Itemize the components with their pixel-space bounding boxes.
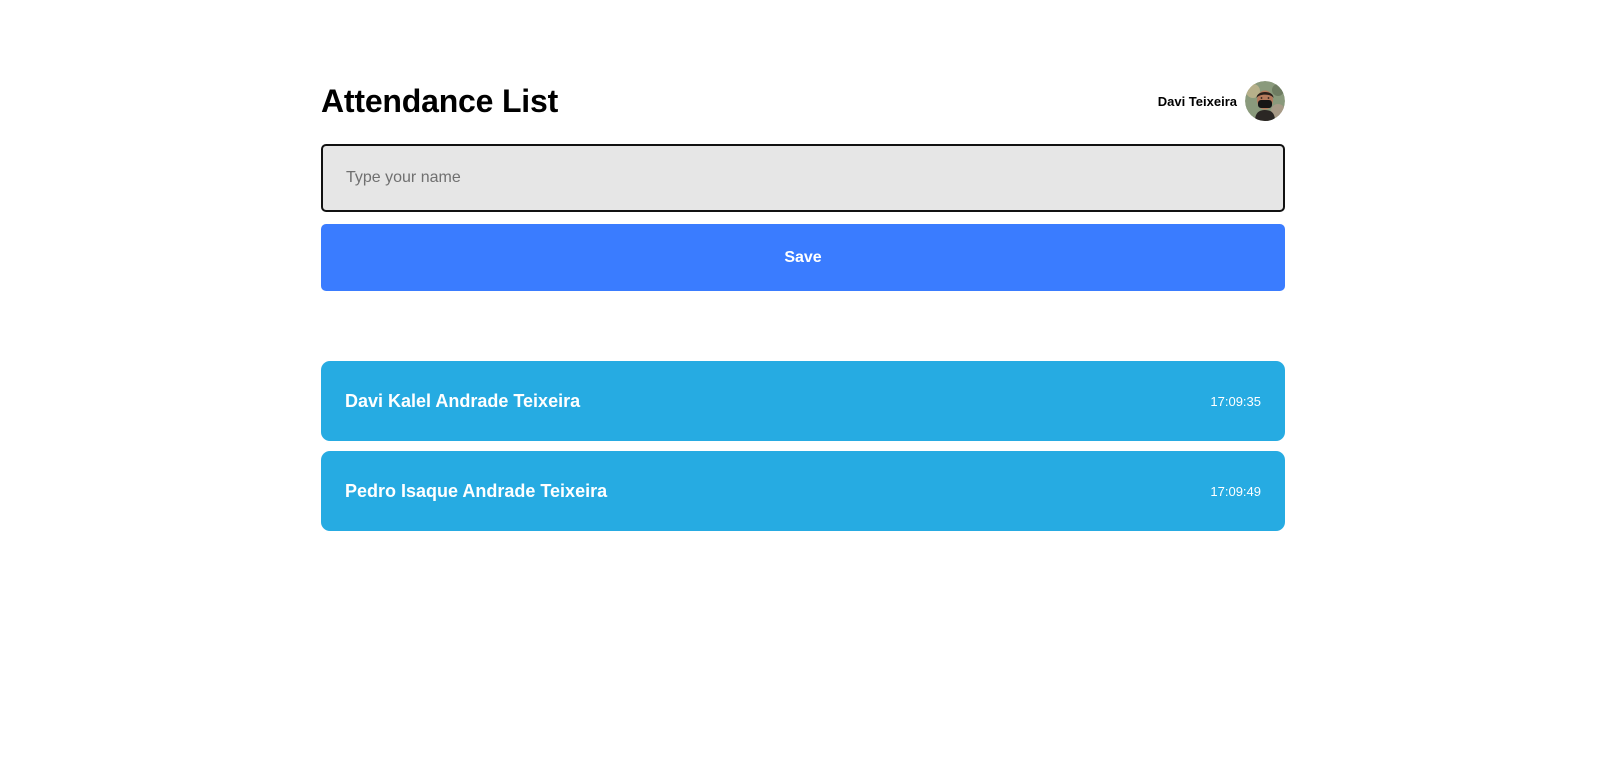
- attendee-name: Pedro Isaque Andrade Teixeira: [345, 480, 608, 501]
- user-name: Davi Teixeira: [1157, 93, 1237, 109]
- attendee-time: 17:09:49: [1210, 483, 1261, 499]
- attendee-time: 17:09:35: [1210, 393, 1261, 409]
- attendee-name: Davi Kalel Andrade Teixeira: [345, 390, 581, 411]
- header: Attendance List Davi Teixeira: [321, 80, 1285, 122]
- user-info: Davi Teixeira: [1158, 81, 1285, 121]
- page-title: Attendance List: [321, 83, 559, 119]
- name-input[interactable]: [321, 144, 1285, 212]
- avatar: [1245, 81, 1285, 121]
- attendee-card: Davi Kalel Andrade Teixeira 17:09:35: [321, 361, 1285, 441]
- save-button[interactable]: Save: [321, 224, 1285, 291]
- attendee-card: Pedro Isaque Andrade Teixeira 17:09:49: [321, 451, 1285, 531]
- attendee-list: Davi Kalel Andrade Teixeira 17:09:35 Ped…: [321, 361, 1285, 531]
- attendance-app: Attendance List Davi Teixeira Save Davi …: [321, 80, 1285, 541]
